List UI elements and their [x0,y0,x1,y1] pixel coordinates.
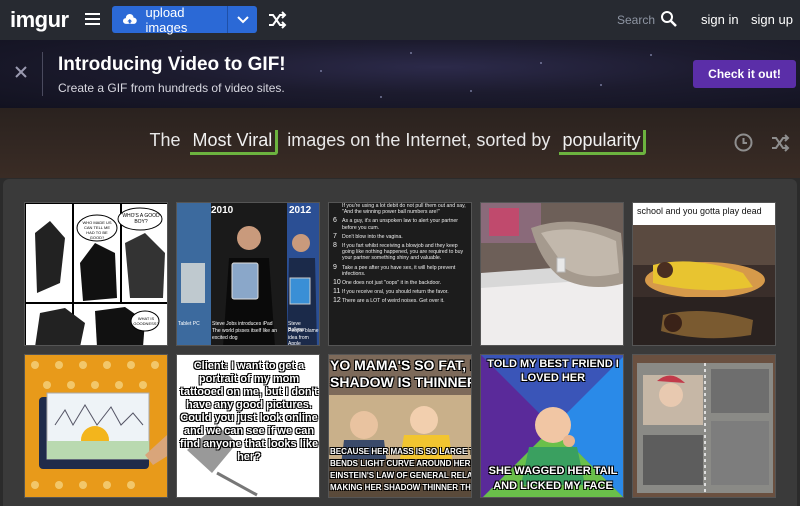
best-friend-bottom-1: SHE WAGGED HER TAIL [488,465,618,477]
list-item: 12 There are a LOT of weird noises. Get … [333,297,469,305]
list-item-text: There are a LOT of weird noises. Get ove… [342,298,445,305]
gallery-tile-client-quote[interactable]: Client: I want to get a portrait of my m… [176,354,320,498]
list-item-text: One does not just "oops" it in the backd… [342,280,442,287]
list-item-text: Take a pee after you have sex, it will h… [342,264,456,277]
clock-icon[interactable] [734,133,753,152]
list-item-text: As a guy, it's an unspoken law to alert … [342,218,458,231]
list-item: 10 One does not just "oops" it in the ba… [333,279,469,287]
list-item: 6 As a guy, it's an unspoken law to aler… [333,217,469,231]
cat-on-table-image [481,203,623,345]
gallery-tile-yo-mama[interactable]: YO MAMA'S SO FAT, HE SHADOW IS THINNER T… [328,354,472,498]
gallery-tile-photo-album[interactable] [632,354,776,498]
headline-middle: images on the Internet, sorted by [287,130,551,150]
page-headline: The Most Viral images on the Internet, s… [0,130,800,155]
close-icon[interactable] [14,65,28,79]
list-item-number [333,203,342,215]
jobs-caption-1: Steve Jobs introduces iPad [212,321,273,327]
best-friend-top-2: LOVED HER [520,372,586,384]
painted-flipbook-image [25,355,167,497]
sign-in-link[interactable]: sign in [701,12,739,27]
client-quote-text: Client: I want to get a portrait of my m… [179,360,319,463]
headline-area: The Most Viral images on the Internet, s… [0,108,800,178]
banner-title: Introducing Video to GIF! [58,54,286,75]
list-item-text: If you're using a lot debit do not pull … [342,203,466,216]
gallery-tile-best-friend[interactable]: TOLD MY BEST FRIEND I LOVED HER SHE WAGG… [480,354,624,498]
year-2010-label: 2010 [211,205,234,216]
tablet-pc-label: Tablet PC [178,321,200,327]
check-it-out-button[interactable]: Check it out! [693,60,796,88]
yo-mama-top-1: YO MAMA'S SO FAT, HE [330,357,471,373]
chevron-down-icon [236,15,249,23]
shuffle-icon[interactable] [267,10,287,30]
cloud-upload-icon [122,13,137,24]
list-item-text: If you fart whilst receiving a blowjob a… [342,243,464,262]
best-friend-top-1: TOLD MY BEST FRIEND I [487,358,619,370]
photo-album-image [633,355,775,497]
list-item-number: 8 [333,242,337,250]
search-input[interactable]: Search [617,13,655,27]
image-gallery: WHO'S A GOOD BOY? WHO MADE US CAN TELL M… [3,179,797,506]
headline-prefix: The [149,130,181,150]
list-item-number: 7 [333,232,337,240]
list-item-text: Don't blow into the vagina. [342,233,403,240]
banner-divider [42,52,43,96]
sign-up-link[interactable]: sign up [751,12,793,27]
gallery-tile-play-dead[interactable]: school and you gotta play dead [632,202,776,346]
yo-mama-bottom-3: EINSTEIN'S LAW OF GENERAL RELATIV [330,471,472,480]
numbered-text-list: If you're using a lot debit do not pull … [333,203,469,308]
upload-dropdown-toggle[interactable] [227,6,257,33]
upload-label: upload images [145,4,188,35]
list-item: 11 If you receive oral, you should retur… [333,288,469,296]
gallery-tile-flipbook[interactable] [24,354,168,498]
year-2012-label: 2012 [289,205,312,216]
list-item-number: 6 [333,217,337,225]
comic-caption-mid: WHO MADE US CAN TELL ME HAD TO BE GOOD? [82,220,112,240]
yo-mama-bottom-1: BECAUSE HER MASS IS SO LARGE THA [330,447,472,456]
list-item-text: If you receive oral, you should return t… [342,289,449,296]
play-dead-caption: school and you gotta play dead [637,206,762,216]
ballmer-caption-2: People blame [288,328,319,334]
upload-images-button[interactable]: upload images [112,4,257,35]
best-friend-bottom-2: AND LICKED MY FACE [493,480,613,492]
menu-icon[interactable] [85,13,100,25]
basketball-player-image [633,225,775,345]
upload-main-button[interactable]: upload images [112,4,227,35]
sort-selector[interactable]: popularity [559,130,647,155]
gallery-tile-steve-jobs[interactable]: 2010 2012 Tablet PC Steve Jobs introduce… [176,202,320,346]
list-item: 7 Don't blow into the vagina. [333,232,469,240]
yo-mama-top-2: SHADOW IS THINNER THA [330,374,472,390]
gallery-tile-text-list[interactable]: If you're using a lot debit do not pull … [328,202,472,346]
ballmer-caption-3: idea from Apple [288,335,309,346]
section-selector[interactable]: Most Viral [189,130,279,155]
gallery-tile-cat[interactable] [480,202,624,346]
gallery-tile-comic[interactable]: WHO'S A GOOD BOY? WHO MADE US CAN TELL M… [24,202,168,346]
list-item-number: 10 [333,279,341,287]
yo-mama-bottom-2: BENDS LIGHT CURVE AROUND HER ACCO [330,459,471,468]
list-item: If you're using a lot debit do not pull … [333,203,469,215]
list-item-number: 12 [333,297,341,305]
jobs-caption-3: excited dog [212,335,238,341]
imgur-logo[interactable]: imgur [10,7,69,33]
search-icon[interactable] [660,10,678,28]
top-nav-bar: imgur upload images Search sign in sign … [0,0,800,40]
yo-mama-bottom-4: MAKING HER SHADOW THINNER TH [330,483,471,492]
comic-caption-top: WHO'S A GOOD BOY? [122,213,160,225]
list-item-number: 9 [333,263,337,271]
promo-banner: Introducing Video to GIF! Create a GIF f… [0,40,800,108]
list-item: 9 Take a pee after you have sex, it will… [333,263,469,277]
list-item: 8 If you fart whilst receiving a blowjob… [333,242,469,262]
list-item-number: 11 [333,288,341,296]
jobs-caption-2: The world pisses itself like an [212,328,278,334]
banner-subtitle: Create a GIF from hundreds of video site… [58,81,285,95]
random-shuffle-icon[interactable] [770,133,790,153]
comic-caption-question: WHAT IS GOODNESS? [133,316,159,326]
